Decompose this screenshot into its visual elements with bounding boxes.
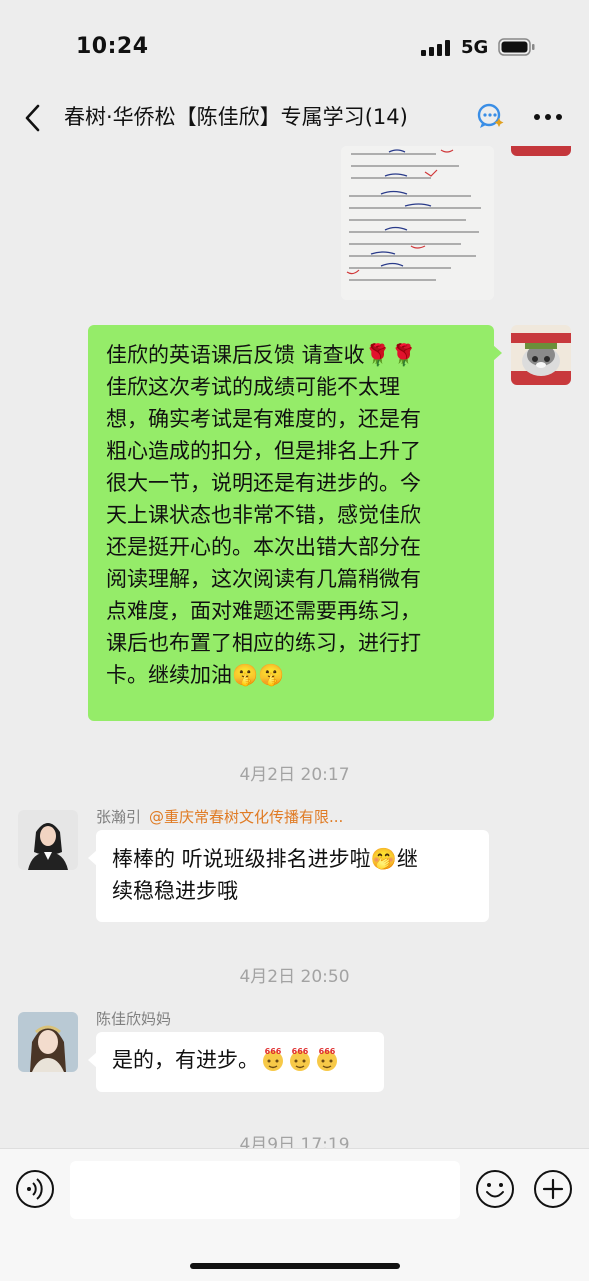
received-message-bubble[interactable]: 棒棒的 听说班级排名进步啦🤭继 续稳稳进步哦 bbox=[88, 830, 489, 922]
emoji-666-icon: 666 bbox=[290, 1047, 310, 1071]
emoji-666-icon: 666 bbox=[263, 1047, 283, 1071]
message-line: 阅读理解，这次阅读有几篇稍微有 bbox=[106, 567, 421, 591]
status-bar: 10:24 5G bbox=[0, 0, 589, 90]
home-indicator bbox=[190, 1263, 400, 1269]
emoji-666-icon: 666 bbox=[317, 1047, 337, 1071]
avatar-zhang[interactable] bbox=[18, 810, 78, 870]
chat-header: 春树·华侨松【陈佳欣】专属学习(14) bbox=[0, 90, 589, 146]
signal-icon bbox=[421, 40, 450, 56]
message-input[interactable] bbox=[70, 1161, 460, 1219]
voice-input-icon[interactable] bbox=[15, 1169, 55, 1209]
sender-name: 张瀚引 bbox=[96, 808, 142, 826]
message-line: 很大一节，说明还是有进步的。今 bbox=[106, 471, 421, 495]
message-line: 点难度，面对难题还需要再练习， bbox=[106, 599, 421, 623]
chat-title-name: 春树·华侨松【陈佳欣】专属学习 bbox=[64, 105, 365, 129]
message-line: 佳欣这次考试的成绩可能不太理 bbox=[106, 375, 400, 399]
sender-name-chen-mom: 陈佳欣妈妈 bbox=[96, 1010, 172, 1028]
timestamp: 4月2日 20:17 bbox=[239, 765, 350, 785]
woman-avatar-image bbox=[18, 1012, 78, 1072]
battery-icon bbox=[498, 38, 535, 56]
more-functions-plus-icon[interactable] bbox=[533, 1169, 573, 1209]
group-assistant-icon[interactable] bbox=[476, 101, 506, 131]
message-text: 是的，有进步。 bbox=[112, 1048, 259, 1072]
message-line: 卡。继续加油🤫🤫 bbox=[106, 663, 285, 687]
self-avatar[interactable] bbox=[511, 325, 571, 385]
input-bar bbox=[0, 1148, 589, 1281]
self-message-bubble[interactable]: 佳欣的英语课后反馈 请查收🌹🌹 佳欣这次考试的成绩可能不太理 想，确实考试是有难… bbox=[88, 325, 502, 721]
self-avatar-partial bbox=[511, 146, 571, 156]
woman-avatar-image bbox=[18, 810, 78, 870]
message-line: 棒棒的 听说班级排名进步啦🤭继 bbox=[112, 847, 418, 871]
emoji-666-text: 666 bbox=[265, 1047, 282, 1056]
emoji-picker-icon[interactable] bbox=[475, 1169, 515, 1209]
message-line: 课后也布置了相应的练习，进行打 bbox=[106, 631, 421, 655]
sender-name-zhang: 张瀚引 @重庆常春树文化传播有限... bbox=[96, 806, 343, 827]
worksheet-photo[interactable] bbox=[341, 146, 494, 300]
more-options-icon[interactable] bbox=[532, 102, 564, 132]
emoji-666-text: 666 bbox=[292, 1047, 309, 1056]
avatar-chen-mom[interactable] bbox=[18, 1012, 78, 1072]
network-type: 5G bbox=[461, 37, 489, 58]
received-message-bubble[interactable]: 是的，有进步。 666 666 666 bbox=[88, 1032, 384, 1092]
cat-avatar-image bbox=[511, 325, 571, 385]
message-list[interactable]: 佳欣的英语课后反馈 请查收🌹🌹 佳欣这次考试的成绩可能不太理 想，确实考试是有难… bbox=[0, 146, 589, 1148]
message-line: 还是挺开心的。本次出错大部分在 bbox=[106, 535, 421, 559]
worksheet-image bbox=[341, 146, 494, 300]
message-line: 想，确实考试是有难度的，还是有 bbox=[106, 407, 421, 431]
message-line: 佳欣的英语课后反馈 请查收🌹🌹 bbox=[106, 343, 417, 367]
timestamp: 4月9日 17:19 bbox=[239, 1135, 350, 1148]
timestamp: 4月2日 20:50 bbox=[239, 967, 350, 987]
message-line: 天上课状态也非常不错，感觉佳欣 bbox=[106, 503, 421, 527]
mention-text[interactable]: @重庆常春树文化传播有限... bbox=[149, 808, 343, 826]
emoji-666-text: 666 bbox=[319, 1047, 336, 1056]
member-count: (14) bbox=[364, 105, 408, 129]
chat-title: 春树·华侨松【陈佳欣】专属学习(14) bbox=[64, 101, 474, 131]
message-line: 粗心造成的扣分，但是排名上升了 bbox=[106, 439, 421, 463]
status-time: 10:24 bbox=[76, 34, 149, 59]
message-line: 续稳稳进步哦 bbox=[112, 879, 238, 903]
back-arrow-icon[interactable] bbox=[18, 100, 48, 136]
